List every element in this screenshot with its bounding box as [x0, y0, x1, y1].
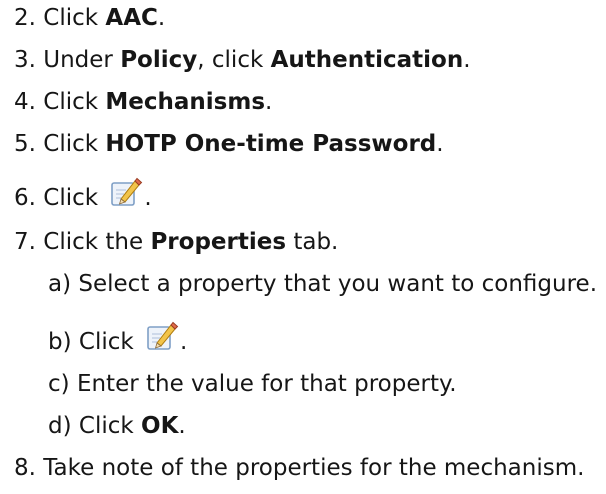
edit-icon — [109, 175, 143, 209]
step-2: 2. Click AAC. — [14, 4, 165, 32]
step-text: . — [436, 131, 444, 157]
ui-term: Authentication — [270, 47, 464, 73]
step-text: Take note of the properties for the mech… — [43, 455, 585, 481]
step-number: 4. — [14, 89, 36, 115]
step-number: 5. — [14, 131, 36, 157]
step-text: . — [463, 47, 471, 73]
ui-term: Mechanisms — [105, 89, 266, 115]
ui-term: AAC — [105, 5, 158, 31]
substep-letter: a) — [48, 271, 72, 297]
ui-term: Properties — [150, 229, 287, 255]
step-text: tab. — [286, 229, 339, 255]
step-number: 6. — [14, 185, 36, 211]
substep-text: . — [178, 413, 186, 439]
substep-letter: b) — [48, 329, 72, 355]
substep-letter: c) — [48, 371, 70, 397]
step-number: 3. — [14, 47, 36, 73]
step-number: 7. — [14, 229, 36, 255]
step-4: 4. Click Mechanisms. — [14, 88, 272, 116]
ui-term: HOTP One-time Password — [105, 131, 437, 157]
substep-b: b) Click . — [48, 319, 187, 356]
step-5: 5. Click HOTP One-time Password. — [14, 130, 444, 158]
substep-d: d) Click OK. — [48, 412, 186, 440]
step-text: Click — [43, 89, 106, 115]
step-text: Click — [43, 131, 106, 157]
step-text: . — [157, 5, 166, 31]
substep-text: Enter the value for that property. — [76, 371, 457, 397]
step-8: 8. Take note of the properties for the m… — [14, 454, 584, 482]
step-text: Under — [43, 47, 121, 73]
step-text: , click — [197, 47, 271, 73]
step-6: 6. Click . — [14, 175, 152, 212]
ui-term: Policy — [120, 47, 198, 73]
step-7: 7. Click the Properties tab. — [14, 228, 338, 256]
substep-text: Select a property that you want to confi… — [78, 271, 598, 297]
step-text: Click — [43, 185, 106, 211]
step-number: 8. — [14, 455, 36, 481]
step-text: Click the — [43, 229, 151, 255]
substep-c: c) Enter the value for that property. — [48, 370, 457, 398]
ui-term: OK — [141, 413, 179, 439]
substep-letter: d) — [48, 413, 72, 439]
step-3: 3. Under Policy, click Authentication. — [14, 46, 471, 74]
step-text: . — [144, 185, 152, 211]
substep-text: Click — [78, 413, 142, 439]
step-text: . — [265, 89, 273, 115]
edit-icon — [145, 319, 179, 353]
step-text: Click — [43, 5, 106, 31]
substep-a: a) Select a property that you want to co… — [48, 270, 597, 298]
step-number: 2. — [14, 5, 36, 31]
substep-text: Click — [78, 329, 142, 355]
substep-text: . — [180, 329, 188, 355]
